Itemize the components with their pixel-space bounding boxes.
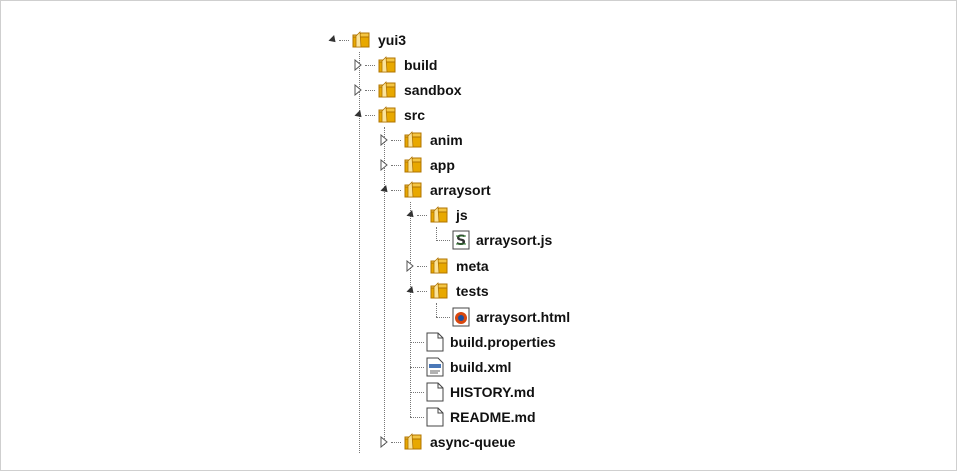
- tree-item-build-xml[interactable]: build.xml: [410, 356, 511, 378]
- folder-icon: [403, 432, 423, 452]
- collapse-arrow-icon[interactable]: [378, 184, 391, 196]
- tree-item-arraysort[interactable]: arraysort: [378, 179, 491, 201]
- tree-item-label: async-queue: [430, 434, 516, 450]
- folder-icon: [403, 180, 423, 200]
- tree-item-label: src: [404, 107, 426, 123]
- tree-item-label: build: [404, 57, 438, 73]
- tree-item-yui3[interactable]: yui3: [326, 29, 406, 51]
- tree-item-history-md[interactable]: HISTORY.md: [410, 381, 535, 403]
- collapse-arrow-icon[interactable]: [352, 109, 365, 121]
- tree-item-js[interactable]: js: [404, 204, 468, 226]
- tree-item-anim[interactable]: anim: [378, 129, 463, 151]
- folder-icon: [429, 256, 449, 276]
- expand-arrow-icon[interactable]: [378, 159, 390, 171]
- tree-item-label: arraysort.js: [476, 232, 553, 248]
- folder-icon: [429, 281, 449, 301]
- folder-icon: [403, 130, 423, 150]
- tree-item-label: yui3: [378, 32, 407, 48]
- folder-icon: [351, 30, 371, 50]
- firefox-html-file-icon: [452, 307, 470, 327]
- tree-item-sandbox[interactable]: sandbox: [352, 79, 462, 101]
- collapse-arrow-icon[interactable]: [404, 285, 417, 297]
- tree-item-label: arraysort: [430, 182, 491, 198]
- tree-item-arraysort-js[interactable]: S arraysort.js: [436, 229, 552, 251]
- expand-arrow-icon[interactable]: [352, 59, 364, 71]
- tree-item-label: app: [430, 157, 455, 173]
- collapse-arrow-icon[interactable]: [404, 209, 417, 221]
- tree-item-build[interactable]: build: [352, 54, 437, 76]
- svg-text:S: S: [456, 233, 466, 249]
- tree-item-label: HISTORY.md: [450, 384, 535, 400]
- tree-item-label: sandbox: [404, 82, 462, 98]
- file-icon: [426, 382, 444, 402]
- tree-item-app[interactable]: app: [378, 154, 455, 176]
- collapse-arrow-icon[interactable]: [326, 34, 339, 46]
- tree-item-label: build.properties: [450, 334, 556, 350]
- tree-item-build-properties[interactable]: build.properties: [410, 331, 556, 353]
- folder-icon: [377, 80, 397, 100]
- expand-arrow-icon[interactable]: [378, 134, 390, 146]
- folder-icon: [429, 205, 449, 225]
- tree-item-meta[interactable]: meta: [404, 255, 489, 277]
- xml-file-icon: [426, 357, 444, 377]
- tree-item-src[interactable]: src: [352, 104, 425, 126]
- tree-item-label: arraysort.html: [476, 309, 571, 325]
- tree-item-async-queue[interactable]: async-queue: [378, 431, 516, 453]
- tree-item-tests[interactable]: tests: [404, 280, 489, 302]
- tree-item-label: tests: [456, 283, 489, 299]
- file-icon: [426, 332, 444, 352]
- file-icon: [426, 407, 444, 427]
- tree-item-readme-md[interactable]: README.md: [410, 406, 536, 428]
- javascript-file-icon: S: [452, 230, 470, 250]
- folder-icon: [377, 55, 397, 75]
- tree-item-label: anim: [430, 132, 463, 148]
- tree-item-label: js: [456, 207, 468, 223]
- expand-arrow-icon[interactable]: [404, 260, 416, 272]
- folder-tree: yui3 build sandbox src anim app arraysor…: [0, 0, 957, 471]
- folder-icon: [377, 105, 397, 125]
- tree-item-label: meta: [456, 258, 489, 274]
- folder-icon: [403, 155, 423, 175]
- expand-arrow-icon[interactable]: [378, 436, 390, 448]
- tree-item-arraysort-html[interactable]: arraysort.html: [436, 306, 570, 328]
- expand-arrow-icon[interactable]: [352, 84, 364, 96]
- tree-item-label: build.xml: [450, 359, 512, 375]
- tree-item-label: README.md: [450, 409, 536, 425]
